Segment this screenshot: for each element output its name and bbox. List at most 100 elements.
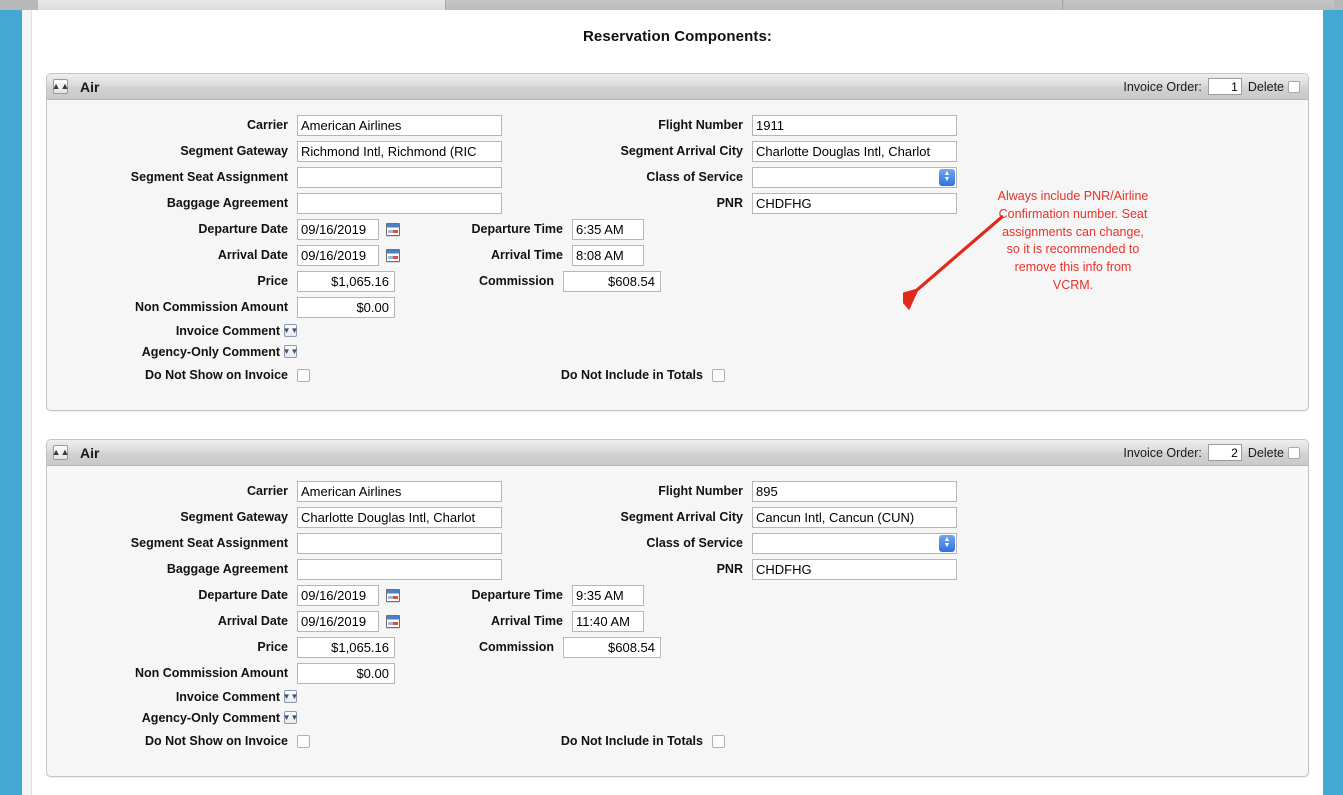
non-commission-amount-label: Non Commission Amount	[134, 300, 288, 314]
form-row: Price Commission	[47, 634, 1308, 660]
carrier-input[interactable]	[297, 480, 502, 502]
form-row: Non Commission Amount	[47, 294, 1308, 320]
departure-date-label: Departure Date	[198, 222, 288, 236]
baggage-agreement-input[interactable]	[297, 192, 502, 214]
chevron-down-expand-icon[interactable]: ▼▼	[283, 690, 298, 703]
class-of-service-select[interactable]: ▲ ▼	[752, 532, 957, 554]
invoice-order-input[interactable]	[1207, 444, 1242, 461]
browser-tab-second[interactable]	[446, 0, 1063, 10]
form-row: Baggage Agreement PNR	[47, 556, 1308, 582]
panel-header-actions: Invoice Order: Delete	[1123, 78, 1300, 95]
price-label: Price	[257, 640, 288, 654]
non-commission-amount-input[interactable]	[297, 296, 395, 318]
pnr-input[interactable]	[752, 192, 957, 214]
agency-only-comment-label: Agency-Only Comment	[141, 344, 280, 359]
commission-label: Commission	[478, 640, 554, 654]
do-not-show-on-invoice-checkbox[interactable]	[297, 368, 310, 382]
form-row: Arrival Date Arrival Time	[47, 608, 1308, 634]
panel-component-type: Air	[80, 78, 100, 95]
chevron-down-expand-icon[interactable]: ▼▼	[283, 345, 298, 358]
left-blue-rail	[0, 10, 22, 795]
do-not-show-on-invoice-label: Do Not Show on Invoice	[144, 368, 288, 382]
flight-number-input[interactable]	[752, 114, 957, 136]
chevron-up-collapse-icon[interactable]: ▲▲	[52, 445, 69, 460]
class-of-service-label: Class of Service	[646, 536, 743, 550]
invoice-comment-label: Invoice Comment	[175, 323, 280, 338]
calendar-icon[interactable]	[386, 222, 400, 236]
arrival-date-label: Arrival Date	[217, 248, 288, 262]
invoice-order-label: Invoice Order:	[1123, 445, 1202, 460]
arrival-time-input[interactable]	[572, 610, 644, 632]
browser-tab-third[interactable]	[1064, 0, 1334, 10]
stepper-arrows-icon[interactable]: ▲ ▼	[939, 534, 955, 552]
form-row: Do Not Show on Invoice Do Not Include in…	[47, 362, 1308, 388]
form-row: Invoice Comment ▼▼	[47, 320, 1308, 341]
segment-seat-assignment-input[interactable]	[297, 166, 502, 188]
invoice-order-label: Invoice Order:	[1123, 79, 1202, 94]
commission-input[interactable]	[563, 270, 661, 292]
invoice-order-input[interactable]	[1207, 78, 1242, 95]
form-row: Segment Gateway Segment Arrival City	[47, 138, 1308, 164]
form-row: Carrier Flight Number	[47, 478, 1308, 504]
browser-tab-active[interactable]	[38, 0, 446, 10]
departure-date-label: Departure Date	[198, 588, 288, 602]
flight-number-label: Flight Number	[658, 118, 743, 132]
delete-checkbox[interactable]	[1288, 80, 1300, 93]
carrier-input[interactable]	[297, 114, 502, 136]
browser-tab-strip	[0, 0, 1343, 10]
segment-arrival-city-input[interactable]	[752, 506, 957, 528]
calendar-icon[interactable]	[386, 614, 400, 628]
delete-label[interactable]: Delete	[1248, 446, 1284, 460]
reservation-components-page: Reservation Components: ▲▲ Air Invoice O…	[32, 10, 1323, 795]
chevron-down-expand-icon[interactable]: ▼▼	[283, 711, 298, 724]
commission-label: Commission	[478, 274, 554, 288]
carrier-label: Carrier	[247, 484, 288, 498]
flight-number-label: Flight Number	[658, 484, 743, 498]
page-title: Reservation Components:	[583, 28, 772, 45]
non-commission-amount-input[interactable]	[297, 662, 395, 684]
baggage-agreement-label: Baggage Agreement	[166, 196, 288, 210]
do-not-include-in-totals-label: Do Not Include in Totals	[560, 368, 703, 382]
commission-input[interactable]	[563, 636, 661, 658]
class-of-service-select[interactable]: ▲ ▼	[752, 166, 957, 188]
segment-gateway-label: Segment Gateway	[180, 510, 288, 524]
chevron-down-expand-icon[interactable]: ▼▼	[283, 324, 298, 337]
delete-checkbox[interactable]	[1288, 446, 1300, 459]
calendar-icon[interactable]	[386, 588, 400, 602]
non-commission-amount-label: Non Commission Amount	[134, 666, 288, 680]
price-label: Price	[257, 274, 288, 288]
arrival-time-input[interactable]	[572, 244, 644, 266]
segment-arrival-city-label: Segment Arrival City	[620, 144, 744, 158]
flight-number-input[interactable]	[752, 480, 957, 502]
stepper-down-icon: ▼	[943, 542, 951, 549]
reservation-component-panel: ▲▲ Air Invoice Order: Delete Carrier Fli…	[46, 73, 1309, 411]
invoice-comment-label: Invoice Comment	[175, 689, 280, 704]
baggage-agreement-input[interactable]	[297, 558, 502, 580]
pnr-input[interactable]	[752, 558, 957, 580]
segment-gateway-input[interactable]	[297, 140, 502, 162]
chevron-up-collapse-icon[interactable]: ▲▲	[52, 79, 69, 94]
segment-seat-assignment-label: Segment Seat Assignment	[130, 170, 288, 184]
delete-label[interactable]: Delete	[1248, 80, 1284, 94]
departure-time-input[interactable]	[572, 218, 644, 240]
segment-seat-assignment-input[interactable]	[297, 532, 502, 554]
panel-header-actions: Invoice Order: Delete	[1123, 444, 1300, 461]
do-not-show-on-invoice-checkbox[interactable]	[297, 734, 310, 748]
segment-arrival-city-input[interactable]	[752, 140, 957, 162]
form-row: Segment Gateway Segment Arrival City	[47, 504, 1308, 530]
do-not-include-in-totals-checkbox[interactable]	[712, 368, 725, 382]
form-row: Departure Date Departure Time	[47, 582, 1308, 608]
segment-arrival-city-label: Segment Arrival City	[620, 510, 744, 524]
form-row: Segment Seat Assignment Class of Service…	[47, 164, 1308, 190]
segment-gateway-label: Segment Gateway	[180, 144, 288, 158]
baggage-agreement-label: Baggage Agreement	[166, 562, 288, 576]
calendar-icon[interactable]	[386, 248, 400, 262]
panel-body: Carrier Flight Number Segment Gateway Se…	[47, 100, 1308, 410]
stepper-arrows-icon[interactable]: ▲ ▼	[939, 168, 955, 186]
departure-time-input[interactable]	[572, 584, 644, 606]
arrival-date-label: Arrival Date	[217, 614, 288, 628]
segment-gateway-input[interactable]	[297, 506, 502, 528]
form-row: Segment Seat Assignment Class of Service…	[47, 530, 1308, 556]
do-not-include-in-totals-checkbox[interactable]	[712, 734, 725, 748]
do-not-show-on-invoice-label: Do Not Show on Invoice	[144, 734, 288, 748]
